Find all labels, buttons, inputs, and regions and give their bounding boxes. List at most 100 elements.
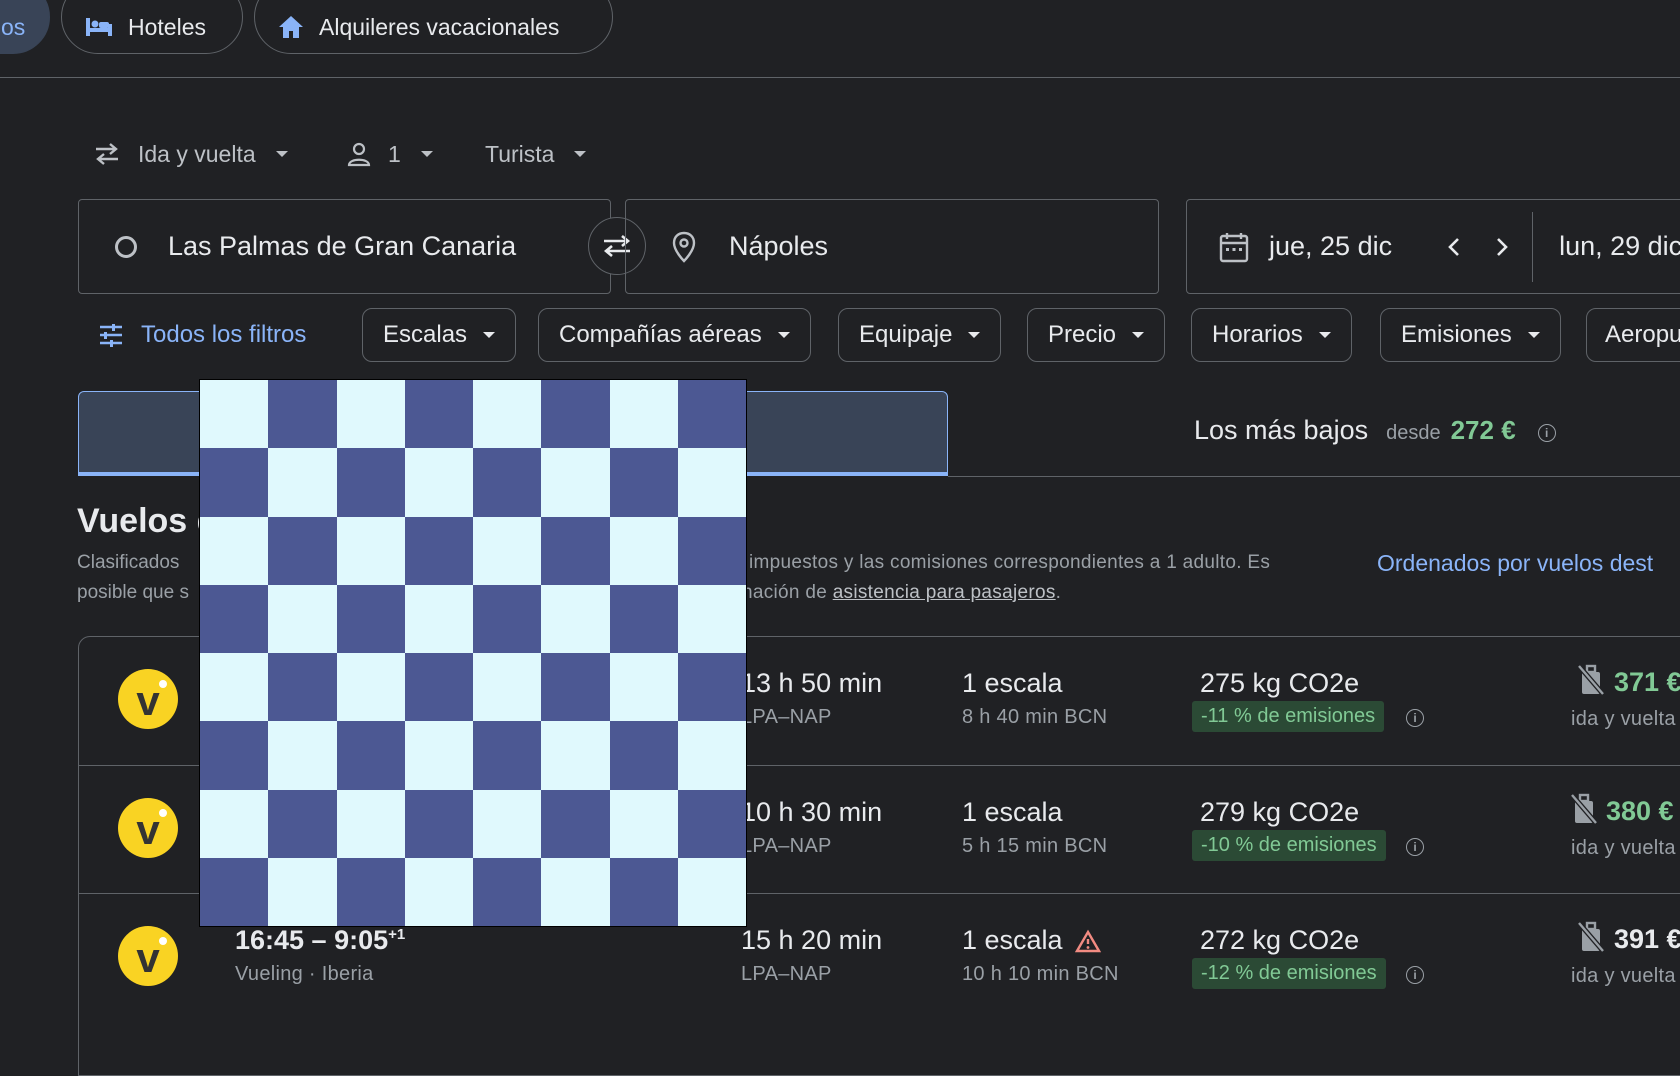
price-type: ida y vuelta bbox=[1571, 837, 1676, 859]
passenger-assistance-link[interactable]: asistencia para pasajeros bbox=[833, 582, 1056, 603]
filter-price[interactable]: Precio bbox=[1027, 308, 1166, 362]
bed-icon bbox=[86, 18, 112, 36]
filter-stops-label: Escalas bbox=[383, 321, 468, 348]
no-carry-on-icon bbox=[1570, 793, 1598, 825]
warning-icon bbox=[1074, 929, 1101, 952]
emissions-badge: -10 % de emisiones bbox=[1192, 830, 1386, 861]
swap-arrows-icon bbox=[96, 143, 118, 165]
filter-airlines[interactable]: Compañías aéreas bbox=[538, 308, 811, 362]
location-pin-icon bbox=[672, 231, 696, 263]
flight-co2: 275 kg CO2e bbox=[1200, 668, 1360, 698]
sort-order-link[interactable]: Ordenados por vuelos dest bbox=[1377, 550, 1653, 577]
flight-layover: 10 h 10 min BCN bbox=[962, 963, 1119, 985]
header-divider bbox=[0, 77, 1680, 78]
price-type: ida y vuelta bbox=[1571, 965, 1676, 987]
flight-duration: 10 h 30 min bbox=[741, 797, 883, 827]
cheapest-from: desde bbox=[1386, 422, 1441, 444]
results-desc-left-2: posible que s bbox=[77, 582, 189, 603]
cabin-class-label: Turista bbox=[485, 140, 555, 167]
results-desc-right-2: nación de asistencia para pasajeros. bbox=[742, 582, 1061, 604]
desc-post: . bbox=[1055, 582, 1062, 603]
vueling-logo: v bbox=[118, 926, 178, 986]
flight-route: LPA–NAP bbox=[741, 835, 832, 857]
depart-date-value: jue, 25 dic bbox=[1269, 231, 1393, 261]
chevron-down-icon bbox=[1132, 332, 1145, 338]
info-icon[interactable]: i bbox=[1537, 424, 1556, 442]
chevron-down-icon bbox=[777, 332, 790, 338]
flight-times: 16:45 – 9:05+1 bbox=[235, 925, 405, 956]
tab-vacation-rentals[interactable]: Alquileres vacacionales bbox=[254, 0, 613, 54]
return-date-value: lun, 29 dic bbox=[1559, 231, 1680, 261]
chevron-right-icon[interactable] bbox=[1494, 235, 1510, 259]
info-icon[interactable]: i bbox=[1406, 709, 1424, 727]
tab-rentals-label: Alquileres vacacionales bbox=[319, 13, 560, 40]
filter-emissions[interactable]: Emisiones bbox=[1380, 308, 1561, 362]
all-filters-label: Todos los filtros bbox=[141, 321, 307, 348]
flight-duration: 15 h 20 min bbox=[741, 925, 883, 955]
flight-stops: 1 escala bbox=[962, 797, 1063, 827]
flight-co2: 279 kg CO2e bbox=[1200, 797, 1360, 827]
filter-baggage[interactable]: Equipaje bbox=[838, 308, 1002, 362]
passengers-select[interactable]: 1 bbox=[346, 138, 433, 170]
dates-field[interactable]: jue, 25 dic lun, 29 dic bbox=[1186, 199, 1680, 294]
filter-stops[interactable]: Escalas bbox=[362, 308, 517, 362]
chevron-left-icon[interactable] bbox=[1446, 235, 1462, 259]
filter-times-label: Horarios bbox=[1212, 321, 1303, 348]
origin-field[interactable]: Las Palmas de Gran Canaria bbox=[78, 199, 611, 294]
chevron-down-icon bbox=[968, 332, 981, 338]
tab-hotels[interactable]: Hoteles bbox=[61, 0, 243, 54]
filter-times[interactable]: Horarios bbox=[1191, 308, 1352, 362]
flight-price: 380 € bbox=[1606, 796, 1674, 826]
filter-airports-label: Aeropu bbox=[1605, 321, 1680, 348]
filter-price-label: Precio bbox=[1048, 321, 1117, 348]
tab-hotels-label: Hoteles bbox=[128, 13, 206, 40]
info-icon[interactable]: i bbox=[1406, 838, 1424, 856]
flight-airlines: Vueling · Iberia bbox=[235, 963, 374, 985]
results-desc-right-1: impuestos y las comisiones correspondien… bbox=[749, 552, 1271, 573]
results-desc-left-1: Clasificados bbox=[77, 552, 180, 573]
filter-airlines-label: Compañías aéreas bbox=[559, 321, 762, 348]
info-icon[interactable]: i bbox=[1406, 966, 1424, 984]
tab-flights-label: os bbox=[1, 13, 26, 40]
flight-duration: 13 h 50 min bbox=[741, 668, 883, 698]
trip-type-select[interactable]: Ida y vuelta bbox=[92, 138, 288, 170]
sliders-icon bbox=[100, 324, 122, 347]
vueling-logo: v bbox=[118, 669, 178, 729]
cheapest-label: Los más bajos bbox=[1194, 415, 1369, 445]
destination-field[interactable]: Nápoles bbox=[625, 199, 1159, 294]
person-icon bbox=[347, 142, 371, 167]
dates-divider bbox=[1532, 211, 1534, 282]
flight-stops: 1 escala bbox=[962, 668, 1063, 698]
flight-co2: 272 kg CO2e bbox=[1200, 925, 1360, 955]
vueling-logo: v bbox=[118, 798, 178, 858]
destination-value: Nápoles bbox=[729, 231, 829, 261]
chevron-down-icon bbox=[1527, 332, 1540, 338]
next-day-marker: +1 bbox=[388, 926, 406, 943]
tab-cheapest[interactable]: Los más bajos desde 272 € i bbox=[1194, 415, 1556, 451]
checkerboard-overlay bbox=[199, 379, 747, 927]
origin-value: Las Palmas de Gran Canaria bbox=[168, 231, 517, 261]
price-type: ida y vuelta bbox=[1571, 708, 1676, 730]
tabs-divider bbox=[948, 476, 1680, 477]
chevron-down-icon bbox=[1318, 332, 1331, 338]
flight-price: 391 € bbox=[1614, 924, 1680, 954]
chevron-down-icon bbox=[275, 151, 288, 157]
filter-emissions-label: Emisiones bbox=[1401, 321, 1512, 348]
chevron-down-icon bbox=[420, 151, 433, 157]
cheapest-price: 272 € bbox=[1450, 415, 1516, 445]
no-carry-on-icon bbox=[1577, 664, 1605, 696]
filter-airports[interactable]: Aeropu bbox=[1586, 308, 1680, 362]
cabin-class-select[interactable]: Turista bbox=[485, 138, 587, 170]
emissions-badge: -11 % de emisiones bbox=[1192, 701, 1385, 732]
desc-pre: nación de bbox=[742, 582, 833, 603]
trip-type-label: Ida y vuelta bbox=[138, 140, 256, 167]
flight-route: LPA–NAP bbox=[741, 706, 832, 728]
all-filters-button[interactable]: Todos los filtros bbox=[98, 316, 306, 354]
origin-circle-icon bbox=[115, 235, 137, 258]
tab-flights-partial[interactable]: os bbox=[0, 0, 50, 54]
flight-stops: 1 escala bbox=[962, 925, 1101, 956]
house-icon bbox=[279, 16, 303, 38]
chevron-down-icon bbox=[574, 151, 587, 157]
flight-price: 371 € bbox=[1614, 667, 1680, 697]
passengers-count: 1 bbox=[388, 140, 401, 167]
